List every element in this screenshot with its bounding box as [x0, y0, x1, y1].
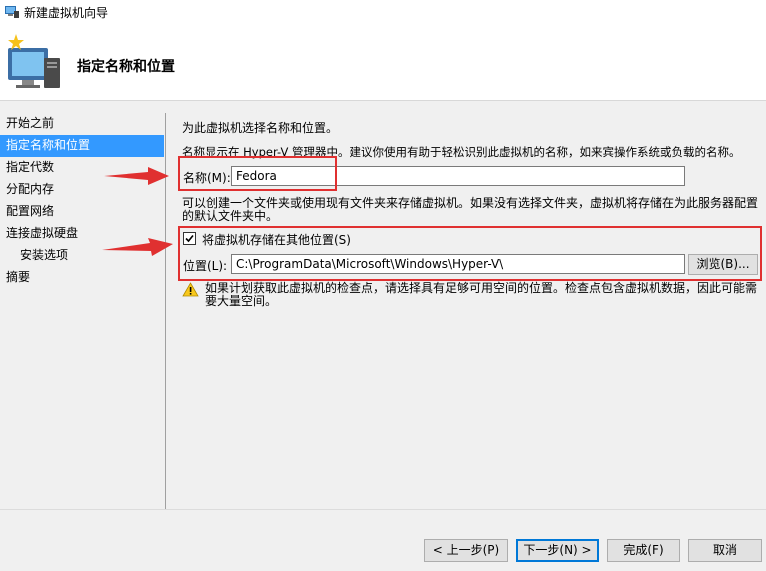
title-bar: 新建虚拟机向导 — [0, 0, 766, 24]
page-heading: 指定名称和位置 — [77, 59, 175, 75]
annotation-arrow-location — [102, 238, 173, 256]
folder-hint-text: 可以创建一个文件夹或使用现有文件夹来存储虚拟机。如果没有选择文件夹，虚拟机将存储… — [182, 196, 759, 223]
location-highlight — [178, 226, 762, 281]
nav-item-name-location[interactable]: 指定名称和位置 — [0, 135, 164, 157]
annotation-arrow-name — [104, 167, 169, 185]
wizard-step-nav: 开始之前 指定名称和位置 指定代数 分配内存 配置网络 连接虚拟硬盘 安装选项 … — [0, 113, 164, 289]
intro-text: 为此虚拟机选择名称和位置。 — [182, 121, 339, 135]
previous-button[interactable]: < 上一步(P) — [424, 539, 508, 562]
name-field-highlight — [178, 156, 337, 191]
checkpoint-warning-text: 如果计划获取此虚拟机的检查点，请选择具有足够可用空间的位置。检查点包含虚拟机数据… — [205, 281, 758, 308]
next-button[interactable]: 下一步(N) > — [516, 539, 599, 562]
wizard-header: 指定名称和位置 — [0, 24, 766, 101]
warning-icon — [182, 282, 199, 297]
window-title: 新建虚拟机向导 — [24, 6, 109, 20]
cancel-button[interactable]: 取消 — [688, 539, 762, 562]
footer-separator — [0, 509, 766, 510]
finish-button[interactable]: 完成(F) — [607, 539, 680, 562]
nav-item-networking[interactable]: 配置网络 — [0, 201, 164, 223]
nav-item-summary[interactable]: 摘要 — [0, 267, 164, 289]
hyper-v-app-icon — [5, 6, 19, 18]
new-vm-wizard-icon — [8, 34, 60, 88]
nav-item-before-you-begin[interactable]: 开始之前 — [0, 113, 164, 135]
